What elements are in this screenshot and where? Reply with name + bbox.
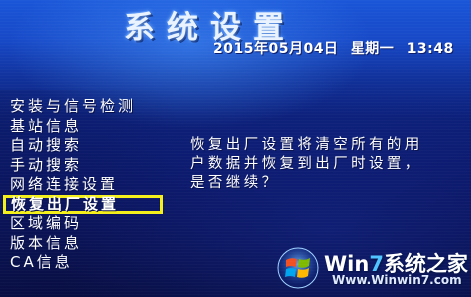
windows-logo-icon [277,247,319,289]
menu-item-manual-search[interactable]: 手动搜索 [10,156,170,176]
settings-menu: 安装与信号检测 基站信息 自动搜索 手动搜索 网络连接设置 恢复出厂设置 区域编… [3,97,170,273]
menu-item-base-station-info[interactable]: 基站信息 [10,117,170,137]
message-line: 户数据并恢复到出厂时设置， [190,156,423,172]
watermark-url: Www.Winwin7.com [332,273,462,287]
weekday-text: 星期一 [350,41,395,57]
factory-reset-confirm-message: 恢复出厂设置将清空所有的用 户数据并恢复到出厂时设置， 是否继续？ [190,136,465,193]
time-text: 13:48 [406,41,454,57]
message-line: 是否继续？ [190,175,280,191]
date-text: 2015年05月04日 [213,41,339,57]
date-time-bar: 2015年05月04日 星期一 13:48 [213,38,461,58]
message-line: 恢复出厂设置将清空所有的用 [190,137,423,153]
menu-item-signal-detection[interactable]: 安装与信号检测 [10,97,170,117]
tv-settings-screen: 系统设置 2015年05月04日 星期一 13:48 安装与信号检测 基站信息 … [0,0,471,297]
menu-item-factory-reset[interactable]: 恢复出厂设置 [3,194,163,214]
menu-item-version-info[interactable]: 版本信息 [10,234,170,254]
menu-item-auto-search[interactable]: 自动搜索 [10,136,170,156]
menu-item-network-settings[interactable]: 网络连接设置 [10,175,170,195]
menu-item-ca-info[interactable]: CA信息 [10,253,170,273]
menu-item-region-code[interactable]: 区域编码 [10,214,170,234]
site-watermark: Win7系统之家 Www.Winwin7.com [276,246,468,292]
